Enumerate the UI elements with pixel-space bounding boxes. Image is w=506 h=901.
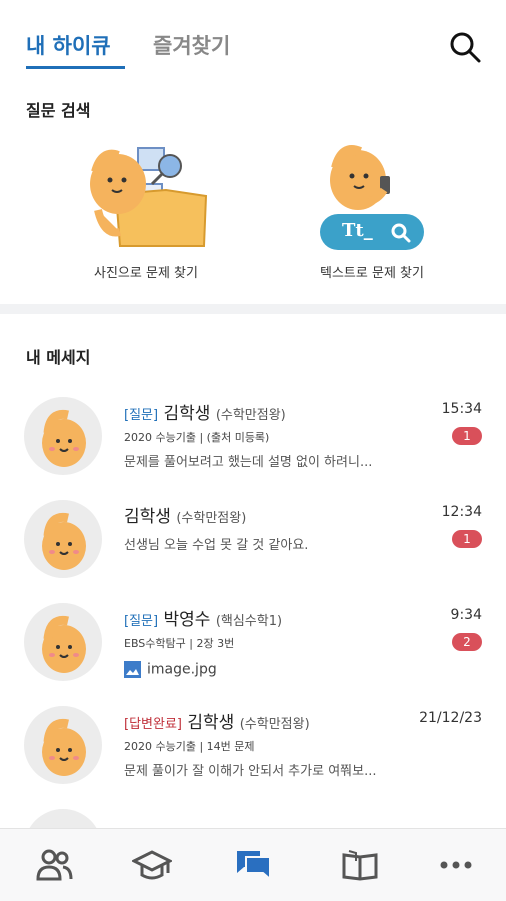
unread-badge: 1 [452, 530, 482, 548]
class-name: (수학만점왕) [176, 511, 247, 526]
message-item[interactable]: 김학생 (수학만점왕) 선생님 오늘 수업 못 갈 것 같아요. 12:34 1 [0, 486, 506, 590]
sender-name: 박영수 [163, 610, 211, 630]
class-name: (수학만점왕) [239, 717, 310, 732]
message-tag: [질문] [124, 408, 159, 423]
text-search-box-text: Tt_ [342, 220, 373, 241]
sender-name: 김학생 [124, 507, 171, 527]
message-time: 21/12/23 [419, 710, 482, 726]
message-title: 김학생 (수학만점왕) [124, 502, 246, 527]
class-name: (수학만점왕) [215, 408, 286, 423]
graduation-cap-icon[interactable] [130, 847, 174, 883]
avatar [24, 706, 102, 784]
message-time: 12:34 [441, 504, 482, 520]
message-preview: 선생님 오늘 수업 못 갈 것 같아요. [124, 538, 309, 553]
message-tag: [질문] [124, 614, 159, 629]
more-icon[interactable] [436, 847, 476, 883]
message-source: 2020 수능기출 | 14번 문제 [124, 740, 255, 753]
avatar [24, 603, 102, 681]
people-icon[interactable] [34, 847, 74, 883]
message-preview: 문제를 풀어보려고 했는데 설명 없이 하려니... [124, 455, 373, 470]
message-title: [질문] 김학생 (수학만점왕) [124, 399, 286, 424]
message-time: 9:34 [450, 607, 482, 623]
message-item-partial[interactable] [0, 795, 506, 828]
class-name: (핵심수학1) [215, 614, 283, 629]
photo-folder-illustration [90, 147, 208, 247]
message-item[interactable]: [질문] 박영수 (핵심수학1) EBS수학탐구 | 2장 3번 image.j… [0, 589, 506, 693]
tab-my-hiq[interactable]: 내 하이큐 [26, 30, 111, 60]
message-item[interactable]: [답변완료] 김학생 (수학만점왕) 2020 수능기출 | 14번 문제 문제… [0, 692, 506, 796]
message-item[interactable]: [질문] 김학생 (수학만점왕) 2020 수능기출 | (출처 미등록) 문제… [0, 383, 506, 487]
photo-search-button[interactable]: 사진으로 문제 찾기 [46, 140, 246, 285]
message-title: [답변완료] 김학생 (수학만점왕) [124, 708, 310, 733]
avatar [24, 809, 102, 828]
messages-title: 내 메세지 [26, 348, 91, 367]
active-tab-indicator [26, 66, 125, 69]
photo-search-label: 사진으로 문제 찾기 [94, 266, 198, 281]
avatar [24, 500, 102, 578]
unread-badge: 2 [452, 633, 482, 651]
book-icon[interactable] [340, 847, 380, 883]
sender-name: 김학생 [187, 713, 235, 733]
message-tag: [답변완료] [124, 717, 182, 732]
search-icon[interactable] [448, 30, 482, 64]
section-divider [0, 304, 506, 314]
image-icon [124, 661, 141, 678]
avatar [24, 397, 102, 475]
attachment-filename: image.jpg [147, 661, 217, 678]
message-source: EBS수학탐구 | 2장 3번 [124, 637, 235, 650]
question-search-title: 질문 검색 [26, 101, 91, 120]
message-preview: 문제 풀이가 잘 이해가 안되서 추가로 여쭤보... [124, 764, 377, 779]
top-header: 내 하이큐 즐겨찾기 [0, 0, 506, 78]
text-search-label: 텍스트로 문제 찾기 [320, 266, 424, 281]
message-source: 2020 수능기출 | (출처 미등록) [124, 431, 270, 444]
bottom-nav [0, 828, 506, 901]
sender-name: 김학생 [163, 404, 211, 424]
chat-icon[interactable] [234, 847, 274, 883]
attachment[interactable]: image.jpg [124, 661, 217, 678]
text-search-button[interactable]: Tt_ 텍스트로 문제 찾기 [272, 140, 472, 285]
tab-favorites[interactable]: 즐겨찾기 [153, 30, 230, 60]
unread-badge: 1 [452, 427, 482, 445]
message-time: 15:34 [441, 401, 482, 417]
message-title: [질문] 박영수 (핵심수학1) [124, 605, 282, 630]
magnifier-icon [391, 223, 411, 243]
message-list: [질문] 김학생 (수학만점왕) 2020 수능기출 | (출처 미등록) 문제… [0, 383, 506, 828]
